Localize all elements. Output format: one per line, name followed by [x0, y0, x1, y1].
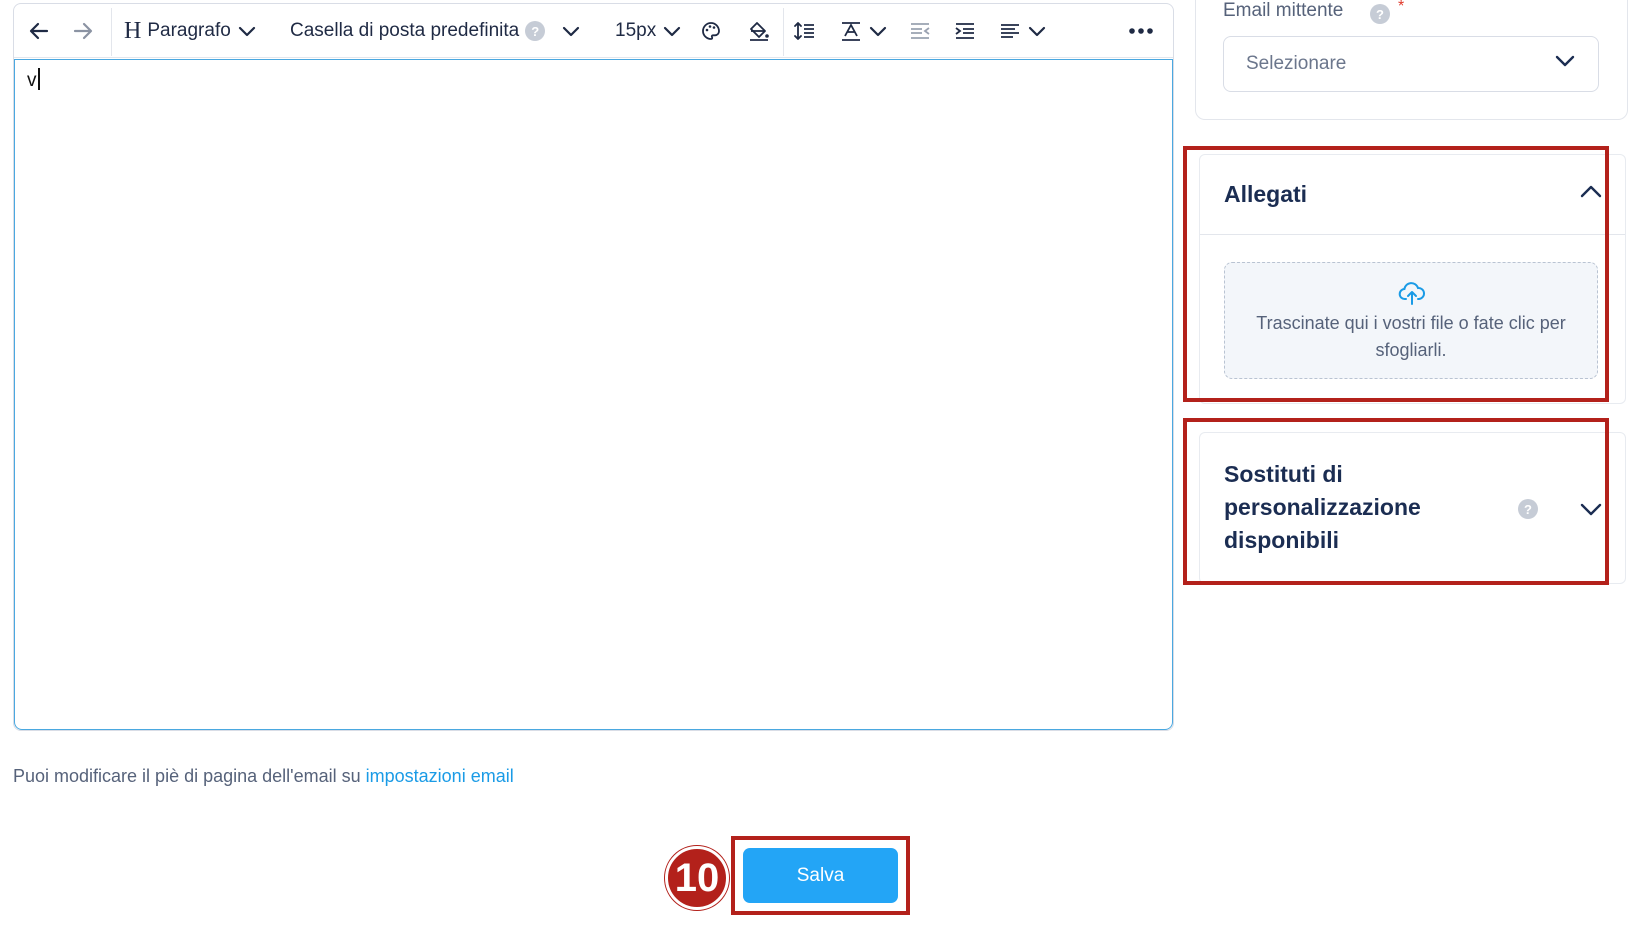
help-icon[interactable]: ? — [1370, 4, 1390, 24]
chevron-up-icon[interactable] — [1579, 180, 1603, 209]
chevron-down-icon — [868, 21, 888, 41]
chevron-down-icon — [662, 21, 682, 41]
email-settings-link[interactable]: impostazioni email — [366, 766, 514, 786]
align-left-icon — [999, 20, 1021, 42]
footer-note: Puoi modificare il piè di pagina dell'em… — [13, 766, 514, 787]
font-family-label: Casella di posta predefinita — [290, 20, 520, 41]
line-height-button[interactable] — [794, 4, 816, 58]
line-height-icon — [794, 20, 816, 42]
indent-icon — [954, 20, 976, 42]
help-icon[interactable]: ? — [1518, 499, 1538, 519]
save-button[interactable]: Salva — [743, 848, 898, 903]
redo-button[interactable] — [72, 4, 94, 58]
chevron-down-icon — [1027, 21, 1047, 41]
more-horizontal-icon — [1128, 27, 1154, 35]
attachments-header[interactable]: Allegati — [1200, 155, 1625, 235]
chevron-down-icon — [1554, 50, 1576, 78]
editor-content-area[interactable]: v — [14, 59, 1173, 730]
attachments-title: Allegati — [1224, 181, 1308, 207]
attachments-panel: Allegati Trascinate qui i vostri file o … — [1199, 154, 1626, 404]
required-marker: * — [1398, 0, 1405, 15]
personalization-panel[interactable]: Sostituti di personalizzazione disponibi… — [1199, 432, 1626, 584]
font-size-label: 15px — [615, 20, 657, 41]
undo-button[interactable] — [28, 4, 50, 58]
chevron-down-icon[interactable] — [1579, 497, 1603, 526]
personalization-title: Sostituti di personalizzazione disponibi… — [1224, 461, 1421, 553]
sender-email-select[interactable]: Selezionare — [1223, 36, 1599, 92]
sender-label-text: Email mittente — [1223, 0, 1344, 21]
block-format-label: Paragrafo — [147, 20, 231, 41]
footer-note-text: Puoi modificare il piè di pagina dell'em… — [13, 766, 366, 786]
paint-bucket-icon — [748, 20, 770, 42]
file-dropzone[interactable]: Trascinate qui i vostri file o fate clic… — [1224, 262, 1598, 379]
email-editor: H Paragrafo Casella di posta predefinita… — [13, 3, 1174, 731]
editor-toolbar: H Paragrafo Casella di posta predefinita… — [14, 4, 1173, 58]
editor-text-value: v — [27, 70, 37, 91]
chevron-down-icon — [237, 21, 257, 41]
indent-button[interactable] — [954, 4, 976, 58]
cloud-upload-icon — [1398, 280, 1426, 311]
text-color-button[interactable] — [701, 4, 721, 58]
more-options-button[interactable] — [1128, 4, 1154, 58]
align-dropdown[interactable] — [999, 4, 1047, 58]
outdent-icon — [909, 20, 931, 42]
text-underline-icon — [840, 20, 862, 42]
background-color-button[interactable] — [748, 4, 770, 58]
text-format-dropdown[interactable] — [840, 4, 888, 58]
font-family-dropdown[interactable]: Casella di posta predefinita ? — [290, 4, 581, 58]
outdent-button[interactable] — [909, 4, 931, 58]
arrow-right-icon — [72, 20, 94, 42]
arrow-left-icon — [28, 20, 50, 42]
help-icon[interactable]: ? — [525, 21, 546, 41]
dropzone-text: Trascinate qui i vostri file o fate clic… — [1256, 313, 1566, 360]
heading-icon: H — [124, 17, 142, 44]
step-badge: 10 — [665, 846, 729, 910]
chevron-down-icon — [561, 21, 581, 41]
font-size-dropdown[interactable]: 15px — [615, 4, 682, 58]
text-caret — [37, 68, 40, 90]
editor-text: v — [27, 68, 40, 92]
block-format-dropdown[interactable]: H Paragrafo — [124, 4, 257, 58]
toolbar-divider — [111, 8, 112, 56]
sender-select-placeholder: Selezionare — [1246, 53, 1347, 74]
toolbar-divider — [783, 8, 784, 56]
sender-label: Email mittente ? * — [1223, 0, 1404, 24]
palette-icon — [701, 21, 721, 41]
